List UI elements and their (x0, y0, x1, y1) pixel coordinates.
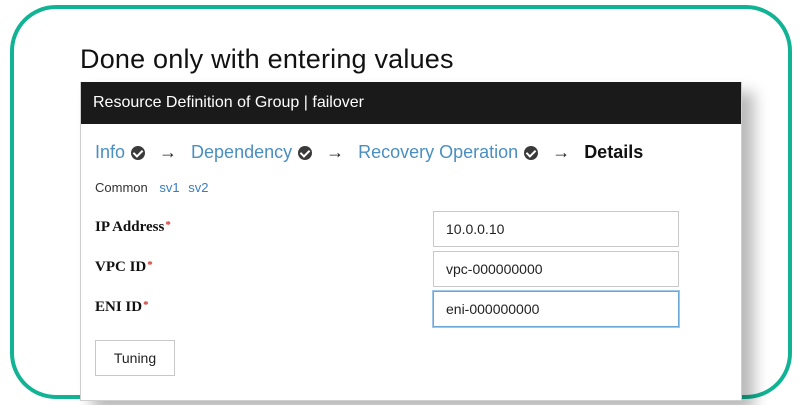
eni-id-label-text: ENI ID (95, 299, 143, 315)
tuning-button[interactable]: Tuning (95, 340, 175, 376)
server-subtabs: Common sv1 sv2 (95, 180, 213, 195)
ip-address-label-text: IP Address (95, 219, 165, 235)
eni-id-label: ENI ID* (95, 299, 149, 316)
eni-id-input[interactable]: eni-000000000 (433, 291, 679, 327)
dialog-title: Resource Definition of Group | failover (81, 82, 741, 124)
required-marker: * (143, 299, 149, 311)
step-details: Details (584, 142, 643, 163)
vpc-id-label: VPC ID* (95, 259, 153, 276)
step-details-label: Details (584, 142, 644, 162)
arrow-right-icon: → (552, 142, 571, 162)
vpc-id-input[interactable]: vpc-000000000 (433, 251, 679, 287)
subtab-sv1[interactable]: sv1 (159, 180, 179, 195)
subtab-sv2[interactable]: sv2 (188, 180, 208, 195)
step-info[interactable]: Info (95, 142, 146, 163)
step-recovery-operation[interactable]: Recovery Operation (358, 142, 539, 163)
step-dependency[interactable]: Dependency (191, 142, 313, 163)
required-marker: * (165, 219, 171, 231)
arrow-right-icon: → (326, 142, 345, 162)
resource-definition-dialog: Resource Definition of Group | failover … (80, 82, 742, 401)
arrow-right-icon: → (159, 142, 178, 162)
step-info-label: Info (95, 142, 126, 162)
check-circle-icon (524, 145, 539, 160)
required-marker: * (147, 259, 153, 271)
step-recovery-operation-label: Recovery Operation (358, 142, 519, 162)
vpc-id-label-text: VPC ID (95, 259, 147, 275)
step-dependency-label: Dependency (191, 142, 293, 162)
wizard-steps: Info → Dependency → Recovery Operation →… (95, 142, 643, 163)
ip-address-input[interactable]: 10.0.0.10 (433, 211, 679, 247)
caption-text: Done only with entering values (80, 44, 454, 74)
check-circle-icon (131, 145, 146, 160)
ip-address-label: IP Address* (95, 219, 171, 236)
check-circle-icon (298, 145, 313, 160)
subtab-common[interactable]: Common (95, 180, 148, 195)
